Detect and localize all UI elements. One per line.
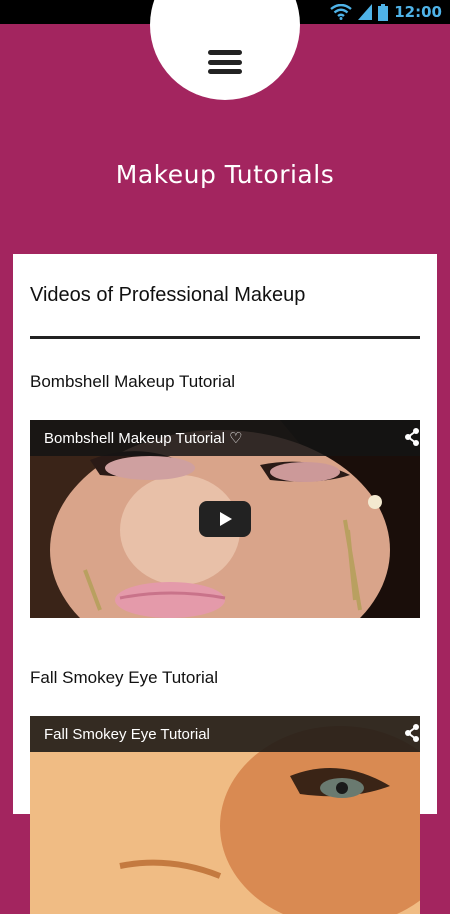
status-time: 12:00: [394, 3, 442, 21]
content-card: Videos of Professional Makeup Bombshell …: [13, 254, 437, 914]
video-player[interactable]: Fall Smokey Eye Tutorial: [30, 716, 420, 914]
section-title: Videos of Professional Makeup: [30, 284, 306, 306]
menu-circle: [150, 0, 300, 100]
app-title: Makeup Tutorials: [115, 160, 335, 189]
video-title: Fall Smokey Eye Tutorial: [30, 668, 219, 687]
battery-icon: [378, 3, 389, 21]
wifi-icon: [330, 4, 352, 20]
signal-icon: [358, 4, 373, 20]
video-player[interactable]: Bombshell Makeup Tutorial ♡: [30, 420, 420, 618]
share-icon[interactable]: [404, 428, 420, 451]
play-button[interactable]: [199, 501, 251, 537]
video-title-bar: Fall Smokey Eye Tutorial: [30, 716, 420, 752]
share-icon[interactable]: [404, 724, 420, 747]
hamburger-menu-icon[interactable]: [208, 50, 242, 74]
video-title-bar: Bombshell Makeup Tutorial ♡: [30, 420, 420, 456]
video-overlay-title: Bombshell Makeup Tutorial ♡: [44, 430, 243, 447]
video-title: Bombshell Makeup Tutorial: [30, 372, 236, 391]
play-icon: [220, 512, 232, 526]
video-overlay-title: Fall Smokey Eye Tutorial: [44, 725, 210, 743]
divider: [30, 336, 420, 339]
